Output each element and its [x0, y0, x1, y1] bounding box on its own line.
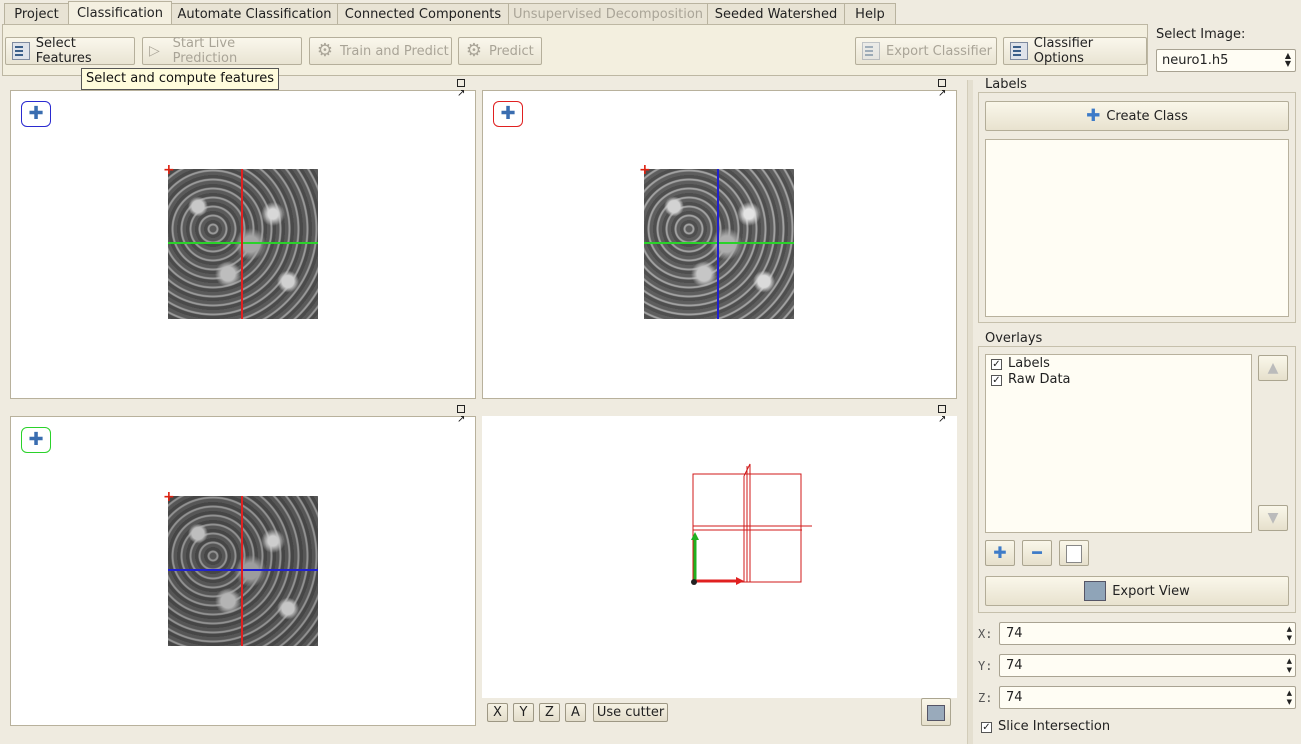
crosshair-toggle-icon[interactable]: ✚	[493, 101, 523, 127]
crosshair-toggle-icon[interactable]: ✚	[21, 427, 51, 453]
tab-help[interactable]: Help	[844, 3, 896, 24]
overlay-list[interactable]: ✓ Labels ✓ Raw Data	[985, 354, 1252, 533]
add-overlay-button[interactable]: ✚	[985, 540, 1015, 566]
predict-label: Predict	[489, 43, 534, 59]
class-list[interactable]	[985, 139, 1289, 317]
spin-arrows-icon[interactable]: ▲ ▼	[1287, 689, 1292, 707]
overlay-labels-checkbox[interactable]: ✓	[991, 359, 1002, 370]
spin-arrows-icon[interactable]: ▲ ▼	[1287, 625, 1292, 643]
overlays-title: Overlays	[984, 331, 1044, 346]
classifier-options-button[interactable]: Classifier Options	[1003, 36, 1147, 66]
export-view-label: Export View	[1112, 583, 1190, 599]
classifier-options-label: Classifier Options	[1033, 36, 1094, 66]
predict-button: ⚙ Predict	[458, 37, 542, 65]
plus-icon: ✚	[1086, 106, 1101, 126]
slice-image	[168, 496, 318, 646]
overlay-raw-data-checkbox[interactable]: ✓	[991, 375, 1002, 386]
spin-arrows-icon[interactable]: ▲ ▼	[1287, 657, 1292, 675]
z-coord-value: 74	[1006, 690, 1023, 705]
move-down-icon: ▼	[1258, 505, 1288, 531]
train-and-predict-button: ⚙ Train and Predict	[309, 37, 452, 65]
gear-icon: ⚙	[465, 40, 483, 61]
x-coord-spinbox[interactable]: 74 ▲ ▼	[999, 622, 1296, 645]
image-select[interactable]: neuro1.h5 ▲ ▼	[1156, 49, 1296, 72]
y-coord-label: Y:	[978, 659, 993, 673]
y-position-line	[168, 242, 318, 244]
slice-intersection-checkbox[interactable]: ✓	[981, 722, 992, 733]
tab-unsupervised-decomposition: Unsupervised Decomposition	[508, 3, 708, 24]
tab-classification[interactable]: Classification	[68, 1, 172, 25]
plus-icon: ✚	[993, 543, 1007, 562]
move-up-icon: ▲	[1258, 355, 1288, 381]
z-position-line	[717, 169, 719, 319]
view-a-button[interactable]: A	[565, 703, 586, 722]
z-position-line	[168, 569, 318, 571]
origin-marker-icon: +	[163, 489, 175, 505]
tooltip: Select and compute features	[81, 68, 280, 90]
x-coord-label: X:	[978, 627, 993, 641]
features-icon	[12, 42, 30, 60]
slice-intersection-label: Slice Intersection	[998, 719, 1111, 734]
y-coord-value: 74	[1006, 658, 1023, 673]
slice-image	[168, 169, 318, 319]
origin-marker-icon: +	[639, 162, 651, 178]
gear-icon: ⚙	[316, 40, 334, 61]
maximize-view-icon[interactable]: ↗	[938, 79, 956, 99]
create-class-label: Create Class	[1106, 108, 1188, 124]
crosshair-toggle-icon[interactable]: ✚	[21, 101, 51, 127]
slice-image	[644, 169, 794, 319]
overlay-labels-label: Labels	[1008, 356, 1050, 371]
use-cutter-button[interactable]: Use cutter	[593, 703, 668, 722]
select-features-label: Select Features	[35, 36, 92, 66]
overlay-raw-data-label: Raw Data	[1008, 372, 1071, 387]
tab-automate-classification[interactable]: Automate Classification	[171, 3, 338, 24]
slice-view-y[interactable]: ✚ +	[10, 416, 476, 726]
start-live-prediction-label: Start Live Prediction	[172, 36, 238, 66]
slice-view-x[interactable]: ✚ +	[482, 90, 957, 399]
tab-connected-components[interactable]: Connected Components	[337, 3, 509, 24]
select-image-label: Select Image:	[1156, 27, 1246, 42]
export-view-button[interactable]: Export View	[985, 576, 1289, 606]
z-coord-spinbox[interactable]: 74 ▲ ▼	[999, 686, 1296, 709]
x-coord-value: 74	[1006, 626, 1023, 641]
options-icon	[1010, 42, 1028, 60]
chevron-updown-icon: ▲ ▼	[1284, 51, 1291, 68]
overlay-properties-button[interactable]	[1059, 540, 1089, 566]
export-classifier-button: Export Classifier	[855, 37, 997, 65]
page-icon	[1066, 545, 1082, 563]
view-y-button[interactable]: Y	[513, 703, 534, 722]
export-classifier-label: Export Classifier	[886, 43, 993, 59]
overview-3d[interactable]	[482, 416, 957, 698]
axes-icon	[691, 532, 744, 585]
panel-splitter[interactable]	[967, 80, 973, 744]
maximize-view-icon[interactable]: ↗	[457, 79, 475, 99]
start-live-prediction-button: ▷ Start Live Prediction	[142, 36, 302, 66]
maximize-view-icon[interactable]: ↗	[457, 405, 475, 425]
view-x-button[interactable]: X	[487, 703, 508, 722]
x-position-line	[241, 496, 243, 646]
maximize-view-icon[interactable]: ↗	[938, 405, 956, 425]
labels-title: Labels	[984, 77, 1028, 92]
image-select-value: neuro1.h5	[1162, 53, 1229, 68]
remove-overlay-button[interactable]: ━	[1022, 540, 1052, 566]
slice-view-z[interactable]: ✚ +	[10, 90, 476, 399]
tab-seeded-watershed[interactable]: Seeded Watershed	[707, 3, 845, 24]
y-position-line	[644, 242, 794, 244]
z-coord-label: Z:	[978, 691, 993, 705]
train-and-predict-label: Train and Predict	[340, 43, 449, 59]
x-position-line	[241, 169, 243, 319]
export-icon	[1084, 581, 1107, 601]
create-class-button[interactable]: ✚ Create Class	[985, 101, 1289, 131]
tab-project[interactable]: Project	[4, 3, 69, 24]
select-features-button[interactable]: Select Features	[5, 36, 135, 66]
play-icon: ▷	[149, 43, 160, 59]
export-3d-icon[interactable]	[921, 698, 951, 726]
y-coord-spinbox[interactable]: 74 ▲ ▼	[999, 654, 1296, 677]
origin-marker-icon: +	[163, 162, 175, 178]
view-z-button[interactable]: Z	[539, 703, 560, 722]
minus-icon: ━	[1032, 543, 1042, 562]
export-icon	[862, 42, 880, 60]
